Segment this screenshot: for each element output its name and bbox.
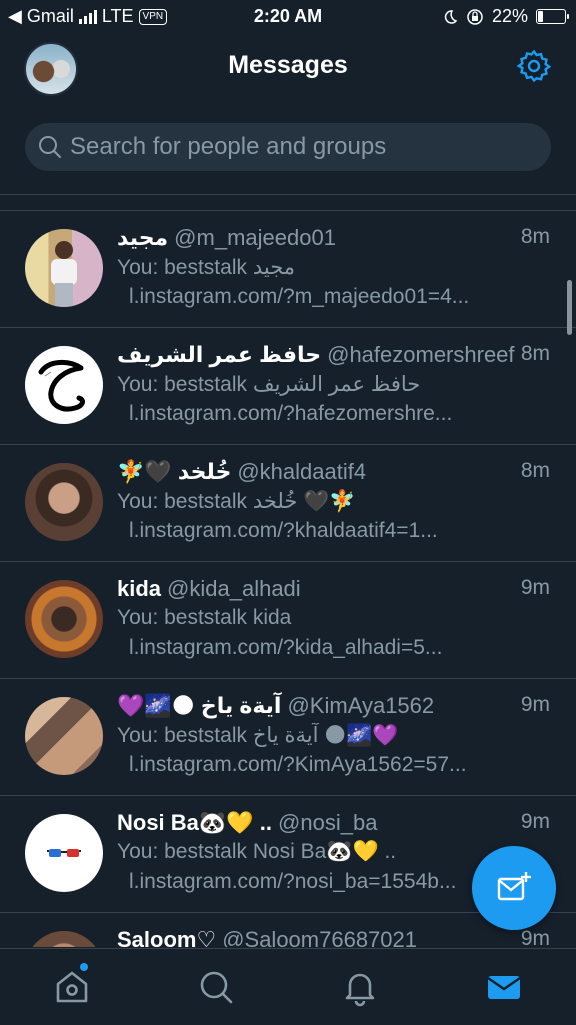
display-name: kida [117, 576, 162, 601]
conversation-row[interactable]: حافظ عمر الشريف @hafezomershreef 8m You: … [0, 328, 576, 445]
username: @kida_alhadi [167, 576, 301, 601]
moon-icon [444, 9, 458, 24]
calligraphy-logo [38, 360, 85, 412]
name-line: Saloom♡ @Saloom76687021 [117, 927, 476, 947]
battery-fill [538, 11, 543, 22]
avatar[interactable] [25, 697, 103, 775]
avatar[interactable] [25, 463, 103, 541]
display-name: 💜🌌🌑 آيةة ياخ [117, 693, 282, 718]
timestamp: 9m [520, 576, 550, 599]
message-link: l.instagram.com/?m_majeedo01=4... [129, 285, 470, 308]
avatar[interactable] [25, 814, 103, 892]
search-input[interactable]: Search for people and groups [70, 123, 386, 171]
name-line: مجيد @m_majeedo01 [117, 225, 476, 251]
status-right: 22% [442, 6, 569, 27]
battery-percent: 22% [491, 6, 528, 26]
message-preview: You: beststalk حافظ عمر الشريف [117, 373, 421, 396]
username: @KimAya1562 [287, 693, 435, 718]
name-line: حافظ عمر الشريف @hafezomershreef [117, 342, 515, 368]
avatar[interactable] [25, 346, 103, 424]
tab-bar [0, 948, 576, 1025]
name-line: kida @kida_alhadi [117, 576, 476, 602]
timestamp: 9m [520, 693, 550, 716]
page-title: Messages [228, 51, 348, 79]
display-name: 🧚🖤 خُلخد [117, 459, 232, 484]
new-message-icon [497, 872, 531, 901]
message-link: l.instagram.com/?khaldaatif4=1... [129, 519, 438, 542]
conversation-row[interactable]: 💜🌌🌑 آيةة ياخ @KimAya1562 9m You: beststal… [0, 679, 576, 796]
timestamp: 8m [520, 342, 550, 365]
notification-dot [80, 963, 88, 971]
glasses-icon [47, 849, 81, 857]
display-name: حافظ عمر الشريف [117, 342, 322, 367]
name-line: 💜🌌🌑 آيةة ياخ @KimAya1562 [117, 693, 476, 719]
message-preview: You: beststalk مجيد [117, 256, 295, 279]
message-link: l.instagram.com/?hafezomershre... [129, 402, 453, 425]
username: @nosi_ba [278, 810, 378, 835]
battery-icon [536, 9, 569, 24]
message-link: l.instagram.com/?kida_alhadi=5... [129, 636, 443, 659]
conversation-row[interactable]: 🧚🖤 خُلخد @khaldaatif4 8m You: beststalk خ… [0, 445, 576, 562]
message-preview: You: beststalk آيةة ياخ 🌑🌌💜 [117, 724, 399, 747]
timestamp: 9m [520, 810, 550, 833]
orientation-lock-icon [467, 8, 483, 25]
message-preview: You: beststalk kida [117, 606, 292, 629]
message-link: l.instagram.com/?KimAya1562=57... [129, 753, 467, 776]
username: @m_majeedo01 [174, 225, 336, 250]
avatar[interactable] [25, 229, 103, 307]
conversation-row[interactable]: مجيد @m_majeedo01 8m You: beststalk مجيد … [0, 211, 576, 328]
search-icon [39, 136, 61, 158]
avatar[interactable] [25, 931, 103, 947]
display-name: Nosi Ba🐼💛 .. [117, 810, 273, 835]
conversation-list: مجيد @m_majeedo01 8m You: beststalk مجيد … [0, 211, 576, 947]
username: @hafezomershreef [327, 342, 515, 367]
home-icon[interactable] [52, 967, 92, 1007]
bell-icon[interactable] [340, 967, 380, 1007]
display-name: مجيد [117, 225, 169, 250]
timestamp: 8m [520, 225, 550, 248]
search-icon[interactable] [196, 967, 236, 1007]
avatar[interactable] [25, 580, 103, 658]
message-preview: You: beststalk خُلخد 🖤🧚 [117, 490, 356, 513]
mail-icon[interactable] [484, 967, 524, 1007]
header: Messages [0, 34, 576, 102]
new-message-button[interactable] [472, 846, 556, 930]
username: @khaldaatif4 [237, 459, 367, 484]
timestamp: 9m [520, 927, 550, 947]
status-bar: ◀ Gmail LTE VPN 2:20 AM 22% [0, 0, 576, 34]
display-name: Saloom♡ [117, 927, 217, 947]
name-line: 🧚🖤 خُلخد @khaldaatif4 [117, 459, 476, 485]
scrollbar[interactable] [567, 280, 572, 335]
search-bar[interactable]: Search for people and groups [25, 123, 551, 171]
username: @Saloom76687021 [222, 927, 417, 947]
gear-icon[interactable] [516, 48, 552, 84]
message-link: l.instagram.com/?nosi_ba=1554b... [129, 870, 457, 893]
name-line: Nosi Ba🐼💛 .. @nosi_ba [117, 810, 476, 836]
conversation-row[interactable]: kida @kida_alhadi 9m You: beststalk kida … [0, 562, 576, 679]
divider [0, 194, 576, 195]
timestamp: 8m [520, 459, 550, 482]
